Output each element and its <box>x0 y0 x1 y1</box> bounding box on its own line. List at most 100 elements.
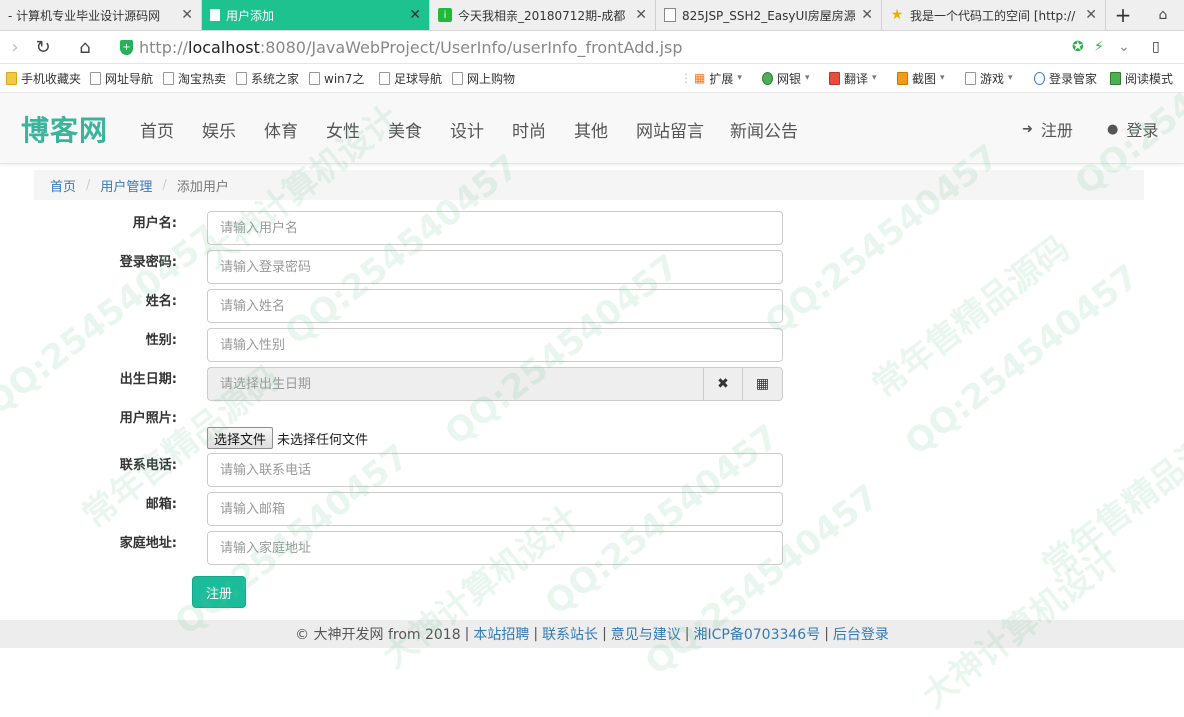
calendar-icon[interactable]: ▦ <box>743 367 783 401</box>
page-icon <box>664 8 676 22</box>
address-input[interactable] <box>207 531 783 565</box>
url-field[interactable]: + http://localhost:8080/JavaWebProject/U… <box>120 35 683 59</box>
toolbar-item[interactable]: 翻译 ▾ <box>829 64 877 92</box>
bookmark-item[interactable]: 网上购物 <box>452 64 515 92</box>
toolbar-item[interactable]: ▦ 扩展 ▾ <box>694 64 742 92</box>
bookmark-item[interactable]: 系统之家 <box>236 64 299 92</box>
bookmark-item[interactable]: win7之 <box>309 64 364 92</box>
bookmark-item[interactable]: 足球导航 <box>379 64 442 92</box>
tab-title: 825JSP_SSH2_EasyUI房屋房源 <box>682 8 856 23</box>
site-brand[interactable]: 博客网 <box>21 109 108 149</box>
toolbar-item[interactable]: 登录管家 <box>1034 64 1097 92</box>
reload-icon[interactable]: ↻ <box>30 31 56 63</box>
toolbar-item[interactable]: 截图 ▾ <box>897 64 945 92</box>
bookmark-item[interactable]: 手机收藏夹 <box>6 64 81 92</box>
name-input[interactable] <box>207 289 783 323</box>
birthdate-input[interactable] <box>207 367 703 401</box>
phone-input[interactable] <box>207 453 783 487</box>
star-icon: ★ <box>890 7 904 23</box>
register-submit-button[interactable]: 注册 <box>192 576 246 608</box>
gamepad-icon <box>965 71 976 85</box>
footer-link-icp[interactable]: 湘ICP备0703346号 <box>694 624 821 644</box>
footer-link-feedback[interactable]: 意见与建议 <box>611 624 681 644</box>
chevron-down-icon: ▾ <box>805 73 810 83</box>
screenshot-icon <box>897 71 908 85</box>
bookmark-item[interactable]: 网址导航 <box>90 64 153 92</box>
url-host: localhost <box>188 37 260 57</box>
username-input[interactable] <box>207 211 783 245</box>
new-tab-button[interactable]: + <box>1110 0 1136 30</box>
chevron-down-icon[interactable]: ⌄ <box>1118 31 1130 63</box>
breadcrumb-current: 添加用户 <box>176 179 229 195</box>
nav-item-fashion[interactable]: 时尚 <box>512 117 546 142</box>
footer-link-jobs[interactable]: 本站招聘 <box>473 624 529 644</box>
nav-item-guestbook[interactable]: 网站留言 <box>636 117 704 142</box>
book-icon <box>1110 71 1121 85</box>
page-icon <box>452 71 463 85</box>
toolbar-label: 阅读模式 <box>1125 71 1174 86</box>
close-icon[interactable]: ✕ <box>409 7 421 23</box>
bookmarks-bar: 手机收藏夹 网址导航 淘宝热卖 系统之家 win7之 足球导航 网上购物 ⋮ ▦… <box>0 64 1184 93</box>
browser-tab[interactable]: - 计算机专业毕业设计源码网 ✕ <box>0 0 202 30</box>
page-icon <box>379 71 390 85</box>
bookmark-label: 淘宝热卖 <box>178 71 227 86</box>
shirt-icon[interactable]: ⌂ <box>1150 0 1176 30</box>
nav-item-design[interactable]: 设计 <box>450 117 484 142</box>
page-icon <box>236 71 247 85</box>
user-icon: ● <box>1107 121 1119 137</box>
breadcrumb-home[interactable]: 首页 <box>50 176 76 195</box>
bookmark-label: 手机收藏夹 <box>21 71 82 86</box>
bookmark-item[interactable]: 淘宝热卖 <box>163 64 226 92</box>
home-icon[interactable]: ⌂ <box>72 31 98 63</box>
browser-tab[interactable]: i 今天我相亲_20180712期-成都 ✕ <box>430 0 656 30</box>
bookmark-label: win7之 <box>324 71 365 86</box>
browser-tab[interactable]: ★ 我是一个代码工的空间 [http:// ✕ <box>882 0 1106 30</box>
browser-tab[interactable]: 825JSP_SSH2_EasyUI房屋房源 ✕ <box>656 0 882 30</box>
nav-item-entertainment[interactable]: 娱乐 <box>202 117 236 142</box>
mobile-icon <box>6 71 17 85</box>
lightning-icon[interactable]: ⚡ <box>1094 31 1104 63</box>
breadcrumb-user-management[interactable]: 用户管理 <box>100 176 152 195</box>
translate-icon <box>829 71 840 85</box>
tab-title: 用户添加 <box>226 8 275 23</box>
register-link[interactable]: ➜ 注册 <box>1022 117 1073 141</box>
nav-item-other[interactable]: 其他 <box>574 117 608 142</box>
footer-copyright: © 大神开发网 from 2018 <box>295 627 461 643</box>
sign-in-icon: ➜ <box>1022 121 1033 137</box>
page-icon <box>163 71 174 85</box>
choose-file-button[interactable]: 选择文件 <box>207 427 274 449</box>
password-input[interactable] <box>207 250 783 284</box>
close-icon[interactable]: ✕ <box>181 7 193 23</box>
nav-item-sports[interactable]: 体育 <box>264 117 298 142</box>
browser-tab-strip: - 计算机专业毕业设计源码网 ✕ 用户添加 ✕ i 今天我相亲_20180712… <box>0 0 1184 31</box>
toolbar-item[interactable]: 阅读模式 <box>1110 64 1173 92</box>
footer-link-admin-login[interactable]: 后台登录 <box>833 624 889 644</box>
nav-item-food[interactable]: 美食 <box>388 117 422 142</box>
watermark-text: QQ:25454045​7 <box>897 256 1147 464</box>
forward-icon[interactable]: › <box>2 31 28 63</box>
bookmark-label: 系统之家 <box>251 71 300 86</box>
login-link[interactable]: ● 登录 <box>1107 117 1158 141</box>
nav-item-women[interactable]: 女性 <box>326 117 360 142</box>
grid-icon: ▦ <box>694 71 706 85</box>
toolbar-item[interactable]: 游戏 ▾ <box>965 64 1013 92</box>
url-scheme: http:// <box>139 37 189 57</box>
phone-icon[interactable]: ▯ <box>1152 31 1160 63</box>
gender-label: 性别: <box>145 333 177 348</box>
photo-file-input: 选择文件 未选择任何文件 <box>207 427 368 449</box>
clear-icon[interactable]: ✖ <box>703 367 743 401</box>
close-icon[interactable]: ✕ <box>635 7 647 23</box>
close-icon[interactable]: ✕ <box>861 7 873 23</box>
shield-icon: + <box>120 39 133 55</box>
nav-item-home[interactable]: 首页 <box>140 117 174 142</box>
nav-item-announcements[interactable]: 新闻公告 <box>730 117 798 142</box>
compat-icon[interactable]: ✪ <box>1072 31 1084 63</box>
gender-input[interactable] <box>207 328 783 362</box>
close-icon[interactable]: ✕ <box>1085 7 1097 23</box>
toolbar-item[interactable]: 网银 ▾ <box>762 64 810 92</box>
browser-tab-active[interactable]: 用户添加 ✕ <box>202 0 430 30</box>
footer-link-contact[interactable]: 联系站长 <box>542 624 598 644</box>
watermark-text: 常年售精品源码 <box>1035 408 1184 587</box>
email-input[interactable] <box>207 492 783 526</box>
site-footer: © 大神开发网 from 2018 | 本站招聘 | 联系站长 | 意见与建议 … <box>0 620 1184 648</box>
